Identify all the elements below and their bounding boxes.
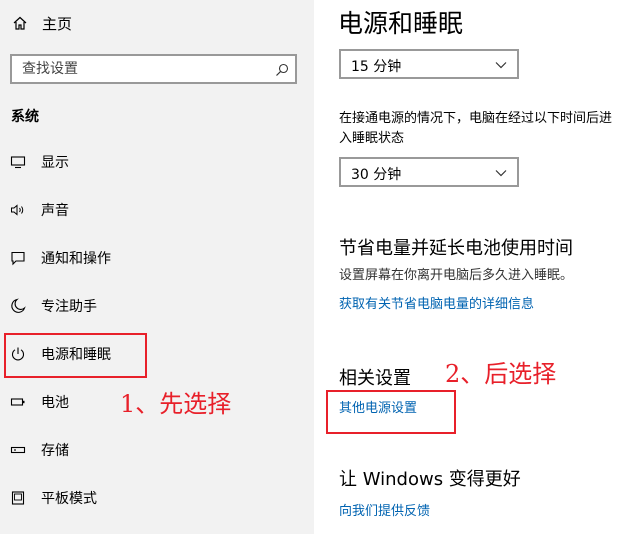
sidebar-item-label: 通知和操作 <box>41 251 111 267</box>
home-label: 主页 <box>42 14 73 33</box>
sidebar-item-notifications[interactable]: 通知和操作 <box>10 244 111 272</box>
sidebar-item-label: 平板模式 <box>41 491 97 507</box>
highlight-box-step2 <box>326 390 456 434</box>
sidebar-item-tablet-mode[interactable]: 平板模式 <box>10 484 97 512</box>
sidebar-item-storage[interactable]: 存储 <box>10 436 69 464</box>
annotation-step2: 2、后选择 <box>445 360 557 388</box>
battery-icon <box>10 394 26 410</box>
sidebar-item-sound[interactable]: 声音 <box>10 196 69 224</box>
related-settings-heading: 相关设置 <box>339 368 411 389</box>
sleep-timeout-value: 30 分钟 <box>351 167 402 183</box>
speaker-icon <box>10 202 26 218</box>
search-input[interactable] <box>22 60 262 78</box>
feedback-link[interactable]: 向我们提供反馈 <box>339 500 430 519</box>
sidebar-item-label: 存储 <box>41 443 69 459</box>
search-icon[interactable] <box>275 62 289 76</box>
moon-icon <box>10 298 26 314</box>
sidebar-item-label: 显示 <box>41 155 69 171</box>
chevron-down-icon <box>495 62 507 69</box>
sleep-description: 在接通电源的情况下，电脑在经过以下时间后进入睡眠状态 <box>339 111 613 146</box>
annotation-step1: 1、先选择 <box>120 390 232 418</box>
section-title-system: 系统 <box>11 109 39 125</box>
battery-heading: 节省电量并延长电池使用时间 <box>339 238 573 259</box>
main-panel: 电源和睡眠 15 分钟 在接通电源的情况下，电脑在经过以下时间后进入睡眠状态 3… <box>314 0 617 534</box>
monitor-icon <box>10 154 26 170</box>
sidebar-item-label: 专注助手 <box>41 299 97 315</box>
storage-icon <box>10 442 26 458</box>
sidebar-item-label: 声音 <box>41 203 69 219</box>
sidebar-item-label: 电池 <box>41 395 69 411</box>
battery-description: 设置屏幕在你离开电脑后多久进入睡眠。 <box>339 268 574 283</box>
sidebar-home[interactable]: 主页 <box>12 11 72 35</box>
sidebar: 主页 系统 显示 声音 通知和操作 专注助手 电源和睡眠 <box>0 0 314 534</box>
battery-info-link[interactable]: 获取有关节省电脑电量的详细信息 <box>339 293 534 312</box>
sidebar-item-battery[interactable]: 电池 <box>10 388 69 416</box>
home-icon <box>12 15 28 31</box>
notification-icon <box>10 250 26 266</box>
improve-windows-heading: 让 Windows 变得更好 <box>339 469 521 490</box>
chevron-down-icon <box>495 170 507 177</box>
page-title: 电源和睡眠 <box>338 9 464 38</box>
sleep-timeout-dropdown[interactable]: 30 分钟 <box>339 157 519 187</box>
sidebar-item-display[interactable]: 显示 <box>10 148 69 176</box>
highlight-box-step1 <box>4 333 147 378</box>
screen-timeout-dropdown[interactable]: 15 分钟 <box>339 49 519 79</box>
sidebar-item-focus-assist[interactable]: 专注助手 <box>10 292 97 320</box>
screen-timeout-value: 15 分钟 <box>351 59 402 75</box>
tablet-icon <box>10 490 26 506</box>
search-box[interactable] <box>10 54 297 84</box>
